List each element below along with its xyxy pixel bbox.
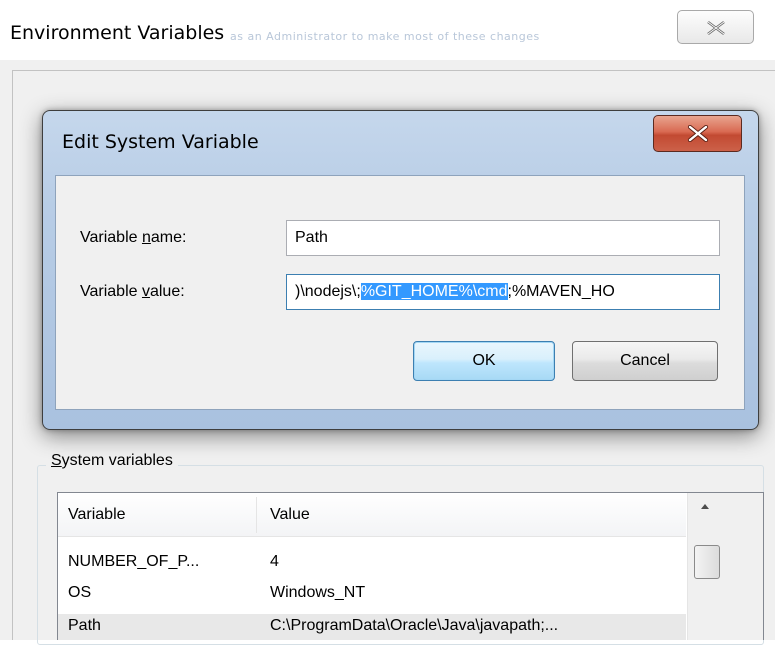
env-vars-close-button[interactable]	[677, 10, 754, 44]
value-text-before: )\nodejs\;	[295, 283, 361, 300]
close-icon	[687, 125, 709, 142]
variable-value-label-pre: Variable	[80, 283, 142, 300]
variable-value-label: Variable value:	[80, 283, 185, 301]
value-text-selected: %GIT_HOME%\cmd	[360, 283, 508, 300]
value-text-after: ;%MAVEN_HO	[507, 283, 615, 300]
column-header-variable[interactable]: Variable	[68, 506, 126, 524]
system-variables-label-rest: ystem variables	[61, 452, 173, 469]
variable-name-input[interactable]: Path	[286, 220, 720, 256]
system-variables-label: System variables	[46, 452, 178, 470]
variable-name-label-post: ame:	[150, 229, 187, 246]
table-row-value[interactable]: 4	[270, 553, 279, 571]
variable-name-label-pre: Variable	[80, 229, 142, 246]
table-row-variable[interactable]: NUMBER_OF_P...	[68, 553, 199, 571]
ok-button[interactable]: OK	[413, 341, 555, 381]
table-row-variable[interactable]: Path	[68, 617, 101, 635]
column-header-value[interactable]: Value	[270, 506, 310, 524]
list-header	[58, 493, 686, 537]
table-row-value[interactable]: Windows_NT	[270, 584, 365, 602]
variable-name-label-key: n	[141, 229, 151, 246]
env-vars-blurred-text: as an Administrator to make most of thes…	[230, 30, 540, 43]
variable-value-label-key: v	[141, 283, 150, 300]
variable-name-label: Variable name:	[80, 229, 186, 247]
scroll-up-button[interactable]	[693, 495, 757, 523]
table-row-variable[interactable]: OS	[68, 584, 91, 602]
dialog-title: Edit System Variable	[62, 131, 259, 153]
cancel-button[interactable]: Cancel	[572, 341, 718, 381]
system-variables-label-key: S	[51, 452, 62, 469]
column-separator[interactable]	[256, 497, 257, 533]
table-row-value[interactable]: C:\ProgramData\Oracle\Java\javapath;...	[270, 617, 558, 635]
env-vars-title: Environment Variables	[10, 22, 225, 44]
scrollbar-thumb[interactable]	[694, 545, 720, 579]
variable-value-label-post: alue:	[149, 283, 185, 300]
chevron-up-icon	[701, 504, 709, 509]
close-icon	[707, 20, 725, 36]
dialog-close-button[interactable]	[653, 115, 742, 152]
variable-value-input[interactable]: )\nodejs\;%GIT_HOME%\cmd;%MAVEN_HO	[286, 274, 720, 310]
